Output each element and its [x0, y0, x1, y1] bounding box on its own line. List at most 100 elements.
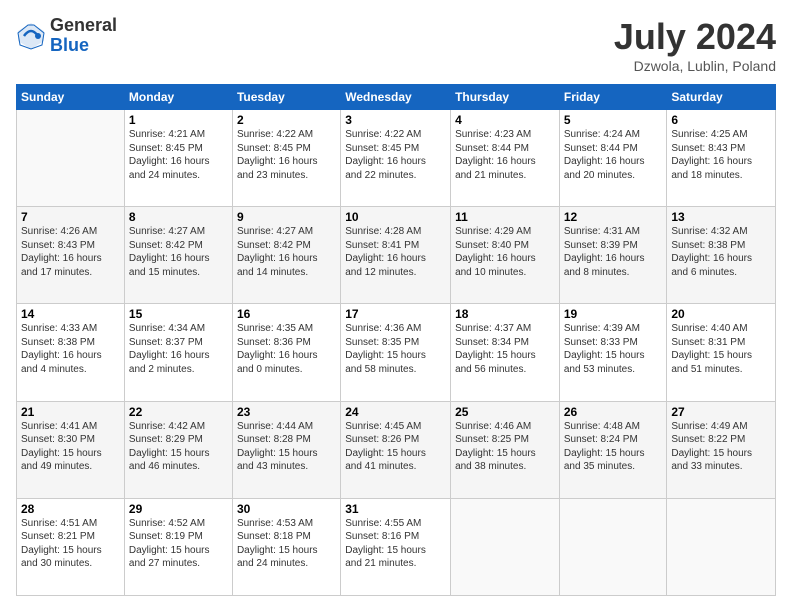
day-number: 2 — [237, 113, 336, 127]
table-row: 17Sunrise: 4:36 AM Sunset: 8:35 PM Dayli… — [341, 304, 451, 401]
day-number: 17 — [345, 307, 446, 321]
calendar-week-row: 7Sunrise: 4:26 AM Sunset: 8:43 PM Daylig… — [17, 207, 776, 304]
day-info: Sunrise: 4:25 AM Sunset: 8:43 PM Dayligh… — [671, 128, 771, 182]
month-title: July 2024 — [614, 16, 776, 58]
table-row: 25Sunrise: 4:46 AM Sunset: 8:25 PM Dayli… — [451, 401, 560, 498]
day-number: 14 — [21, 307, 120, 321]
table-row: 21Sunrise: 4:41 AM Sunset: 8:30 PM Dayli… — [17, 401, 125, 498]
logo-icon — [16, 21, 46, 51]
day-info: Sunrise: 4:48 AM Sunset: 8:24 PM Dayligh… — [564, 420, 663, 474]
day-number: 8 — [129, 210, 228, 224]
day-info: Sunrise: 4:42 AM Sunset: 8:29 PM Dayligh… — [129, 420, 228, 474]
table-row: 13Sunrise: 4:32 AM Sunset: 8:38 PM Dayli… — [667, 207, 776, 304]
day-number: 19 — [564, 307, 663, 321]
header-friday: Friday — [559, 85, 667, 110]
calendar-week-row: 14Sunrise: 4:33 AM Sunset: 8:38 PM Dayli… — [17, 304, 776, 401]
day-number: 22 — [129, 405, 228, 419]
table-row: 5Sunrise: 4:24 AM Sunset: 8:44 PM Daylig… — [559, 110, 667, 207]
header-saturday: Saturday — [667, 85, 776, 110]
day-number: 3 — [345, 113, 446, 127]
day-number: 21 — [21, 405, 120, 419]
table-row: 2Sunrise: 4:22 AM Sunset: 8:45 PM Daylig… — [232, 110, 340, 207]
header-monday: Monday — [124, 85, 232, 110]
table-row: 4Sunrise: 4:23 AM Sunset: 8:44 PM Daylig… — [451, 110, 560, 207]
table-row: 8Sunrise: 4:27 AM Sunset: 8:42 PM Daylig… — [124, 207, 232, 304]
table-row: 12Sunrise: 4:31 AM Sunset: 8:39 PM Dayli… — [559, 207, 667, 304]
day-info: Sunrise: 4:41 AM Sunset: 8:30 PM Dayligh… — [21, 420, 120, 474]
day-number: 1 — [129, 113, 228, 127]
day-info: Sunrise: 4:27 AM Sunset: 8:42 PM Dayligh… — [237, 225, 336, 279]
day-number: 16 — [237, 307, 336, 321]
day-info: Sunrise: 4:28 AM Sunset: 8:41 PM Dayligh… — [345, 225, 446, 279]
header-thursday: Thursday — [451, 85, 560, 110]
page: General Blue July 2024 Dzwola, Lublin, P… — [0, 0, 792, 612]
day-number: 10 — [345, 210, 446, 224]
day-info: Sunrise: 4:45 AM Sunset: 8:26 PM Dayligh… — [345, 420, 446, 474]
day-number: 24 — [345, 405, 446, 419]
day-info: Sunrise: 4:49 AM Sunset: 8:22 PM Dayligh… — [671, 420, 771, 474]
calendar: Sunday Monday Tuesday Wednesday Thursday… — [16, 84, 776, 596]
day-info: Sunrise: 4:52 AM Sunset: 8:19 PM Dayligh… — [129, 517, 228, 571]
day-info: Sunrise: 4:23 AM Sunset: 8:44 PM Dayligh… — [455, 128, 555, 182]
table-row: 28Sunrise: 4:51 AM Sunset: 8:21 PM Dayli… — [17, 498, 125, 595]
day-number: 29 — [129, 502, 228, 516]
table-row: 14Sunrise: 4:33 AM Sunset: 8:38 PM Dayli… — [17, 304, 125, 401]
table-row: 27Sunrise: 4:49 AM Sunset: 8:22 PM Dayli… — [667, 401, 776, 498]
day-info: Sunrise: 4:31 AM Sunset: 8:39 PM Dayligh… — [564, 225, 663, 279]
header-tuesday: Tuesday — [232, 85, 340, 110]
calendar-header-row: Sunday Monday Tuesday Wednesday Thursday… — [17, 85, 776, 110]
day-info: Sunrise: 4:35 AM Sunset: 8:36 PM Dayligh… — [237, 322, 336, 376]
day-info: Sunrise: 4:27 AM Sunset: 8:42 PM Dayligh… — [129, 225, 228, 279]
day-info: Sunrise: 4:24 AM Sunset: 8:44 PM Dayligh… — [564, 128, 663, 182]
day-info: Sunrise: 4:37 AM Sunset: 8:34 PM Dayligh… — [455, 322, 555, 376]
table-row: 16Sunrise: 4:35 AM Sunset: 8:36 PM Dayli… — [232, 304, 340, 401]
logo-text: General Blue — [50, 16, 117, 56]
table-row: 6Sunrise: 4:25 AM Sunset: 8:43 PM Daylig… — [667, 110, 776, 207]
day-info: Sunrise: 4:36 AM Sunset: 8:35 PM Dayligh… — [345, 322, 446, 376]
day-info: Sunrise: 4:39 AM Sunset: 8:33 PM Dayligh… — [564, 322, 663, 376]
day-number: 31 — [345, 502, 446, 516]
day-info: Sunrise: 4:34 AM Sunset: 8:37 PM Dayligh… — [129, 322, 228, 376]
day-number: 6 — [671, 113, 771, 127]
day-number: 25 — [455, 405, 555, 419]
day-info: Sunrise: 4:26 AM Sunset: 8:43 PM Dayligh… — [21, 225, 120, 279]
day-info: Sunrise: 4:33 AM Sunset: 8:38 PM Dayligh… — [21, 322, 120, 376]
table-row: 31Sunrise: 4:55 AM Sunset: 8:16 PM Dayli… — [341, 498, 451, 595]
logo: General Blue — [16, 16, 117, 56]
day-info: Sunrise: 4:40 AM Sunset: 8:31 PM Dayligh… — [671, 322, 771, 376]
calendar-week-row: 28Sunrise: 4:51 AM Sunset: 8:21 PM Dayli… — [17, 498, 776, 595]
header-sunday: Sunday — [17, 85, 125, 110]
day-number: 12 — [564, 210, 663, 224]
table-row: 30Sunrise: 4:53 AM Sunset: 8:18 PM Dayli… — [232, 498, 340, 595]
day-number: 5 — [564, 113, 663, 127]
location: Dzwola, Lublin, Poland — [614, 58, 776, 74]
day-number: 27 — [671, 405, 771, 419]
day-number: 18 — [455, 307, 555, 321]
day-number: 13 — [671, 210, 771, 224]
table-row: 7Sunrise: 4:26 AM Sunset: 8:43 PM Daylig… — [17, 207, 125, 304]
table-row: 22Sunrise: 4:42 AM Sunset: 8:29 PM Dayli… — [124, 401, 232, 498]
day-number: 4 — [455, 113, 555, 127]
header-wednesday: Wednesday — [341, 85, 451, 110]
day-number: 23 — [237, 405, 336, 419]
day-number: 11 — [455, 210, 555, 224]
day-number: 15 — [129, 307, 228, 321]
table-row — [17, 110, 125, 207]
table-row — [667, 498, 776, 595]
table-row: 24Sunrise: 4:45 AM Sunset: 8:26 PM Dayli… — [341, 401, 451, 498]
table-row: 18Sunrise: 4:37 AM Sunset: 8:34 PM Dayli… — [451, 304, 560, 401]
table-row — [451, 498, 560, 595]
day-info: Sunrise: 4:32 AM Sunset: 8:38 PM Dayligh… — [671, 225, 771, 279]
day-info: Sunrise: 4:51 AM Sunset: 8:21 PM Dayligh… — [21, 517, 120, 571]
day-number: 9 — [237, 210, 336, 224]
day-info: Sunrise: 4:55 AM Sunset: 8:16 PM Dayligh… — [345, 517, 446, 571]
day-number: 28 — [21, 502, 120, 516]
table-row: 19Sunrise: 4:39 AM Sunset: 8:33 PM Dayli… — [559, 304, 667, 401]
table-row: 10Sunrise: 4:28 AM Sunset: 8:41 PM Dayli… — [341, 207, 451, 304]
day-info: Sunrise: 4:21 AM Sunset: 8:45 PM Dayligh… — [129, 128, 228, 182]
calendar-week-row: 21Sunrise: 4:41 AM Sunset: 8:30 PM Dayli… — [17, 401, 776, 498]
table-row: 23Sunrise: 4:44 AM Sunset: 8:28 PM Dayli… — [232, 401, 340, 498]
day-info: Sunrise: 4:53 AM Sunset: 8:18 PM Dayligh… — [237, 517, 336, 571]
title-block: July 2024 Dzwola, Lublin, Poland — [614, 16, 776, 74]
day-number: 7 — [21, 210, 120, 224]
